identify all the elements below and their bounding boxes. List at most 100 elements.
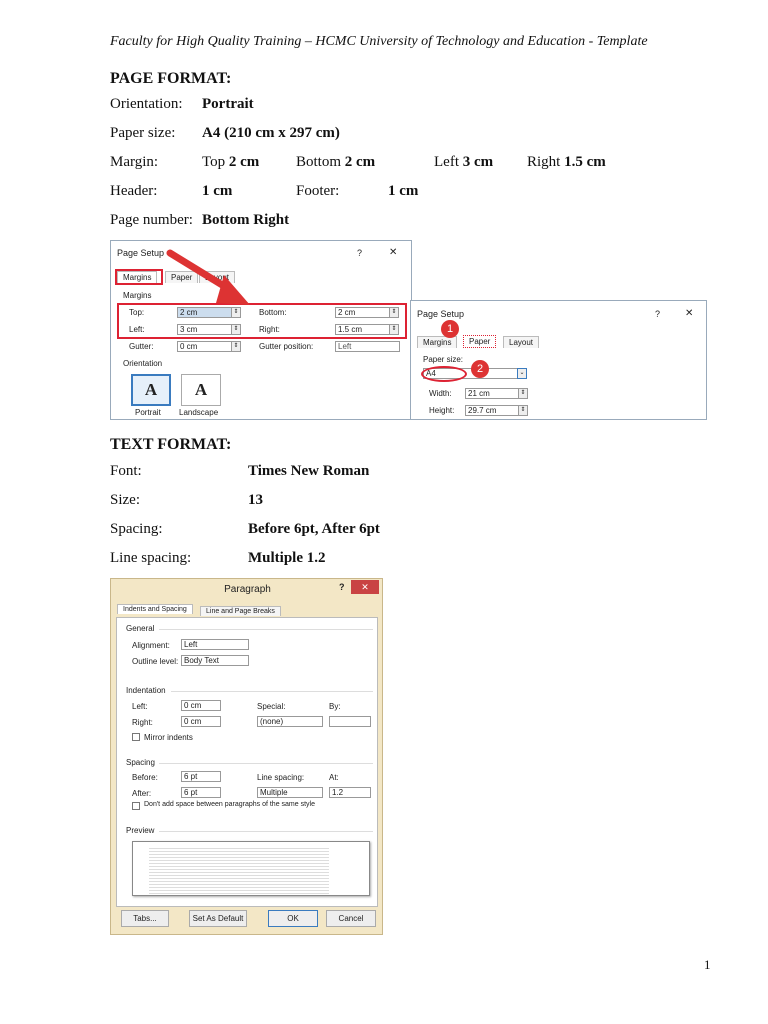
margin-bottom: Bottom 2 cm xyxy=(296,154,376,170)
tab-indents-spacing[interactable]: Indents and Spacing xyxy=(117,604,193,614)
footer-value: 1 cm xyxy=(388,183,419,199)
gutter-position-label: Gutter position: xyxy=(259,342,314,351)
page-number: 1 xyxy=(704,957,711,972)
indentation-group-label: Indentation xyxy=(126,686,166,695)
margin-left: Left 3 cm xyxy=(434,154,494,170)
page-setup-margins-dialog: Page Setup ? ✕ Margins Paper Layout Marg… xyxy=(110,240,412,420)
orientation-value: Portrait xyxy=(202,96,254,112)
after-input[interactable]: 6 pt xyxy=(181,787,221,798)
dont-add-space-label: Don't add space between paragraphs of th… xyxy=(144,801,315,808)
font-value: Times New Roman xyxy=(248,463,370,479)
dont-add-space-checkbox[interactable] xyxy=(132,802,140,810)
mirror-indents-checkbox[interactable] xyxy=(132,733,140,741)
before-label: Before: xyxy=(132,773,158,782)
landscape-label: Landscape xyxy=(179,408,219,417)
at-label: At: xyxy=(329,773,339,782)
landscape-icon[interactable]: A xyxy=(181,374,221,406)
portrait-label: Portrait xyxy=(135,408,161,417)
line-spacing-label: Line spacing: xyxy=(257,773,305,782)
special-label: Special: xyxy=(257,702,286,711)
red-arrow-icon xyxy=(166,249,250,305)
tab-line-page-breaks[interactable]: Line and Page Breaks xyxy=(200,606,281,616)
by-label: By: xyxy=(329,702,341,711)
gutter-spinner[interactable]: ⇕ xyxy=(231,341,241,352)
margin-top: Top 2 cm xyxy=(202,154,260,170)
by-input[interactable] xyxy=(329,716,371,727)
chevron-down-icon[interactable]: ⌄ xyxy=(517,368,527,379)
highlight-margins-tab xyxy=(115,269,163,285)
size-value: 13 xyxy=(248,492,263,508)
set-as-default-button[interactable]: Set As Default xyxy=(189,910,247,927)
highlight-a4 xyxy=(421,366,467,382)
general-group-label: General xyxy=(126,624,155,633)
page-number-label: Page number: xyxy=(110,212,193,228)
close-button[interactable]: ✕ xyxy=(389,247,397,258)
paragraph-dialog: Paragraph ? ✕ Indents and Spacing Line a… xyxy=(110,578,383,935)
special-select[interactable]: (none) xyxy=(257,716,323,727)
cancel-button[interactable]: Cancel xyxy=(326,910,376,927)
help-button[interactable]: ? xyxy=(655,309,660,319)
orientation-label: Orientation: xyxy=(110,96,183,112)
preview-group-label: Preview xyxy=(126,826,155,835)
indent-right-input[interactable]: 0 cm xyxy=(181,716,221,727)
font-label: Font: xyxy=(110,463,142,479)
preview-box xyxy=(132,841,370,896)
height-spinner[interactable]: ⇕ xyxy=(518,405,528,416)
width-input[interactable]: 21 cm xyxy=(465,388,519,399)
indent-left-label: Left: xyxy=(132,702,148,711)
outline-level-label: Outline level: xyxy=(132,657,179,666)
height-input[interactable]: 29.7 cm xyxy=(465,405,519,416)
before-input[interactable]: 6 pt xyxy=(181,771,221,782)
line-spacing-label: Line spacing: xyxy=(110,550,192,566)
close-button[interactable]: ✕ xyxy=(351,580,379,594)
spacing-value: Before 6pt, After 6pt xyxy=(248,521,380,537)
page-setup-paper-dialog: Page Setup ? ✕ Margins Paper Layout 1 Pa… xyxy=(410,300,707,420)
at-input[interactable]: 1.2 xyxy=(329,787,371,798)
ok-button[interactable]: OK xyxy=(268,910,318,927)
width-label: Width: xyxy=(429,389,452,398)
line-spacing-select[interactable]: Multiple xyxy=(257,787,323,798)
gutter-input[interactable]: 0 cm xyxy=(177,341,232,352)
height-label: Height: xyxy=(429,406,455,415)
page-number-value: Bottom Right xyxy=(202,212,290,228)
orientation-group-label: Orientation xyxy=(123,359,163,368)
paper-size-value: A4 (210 cm x 297 cm) xyxy=(202,125,340,141)
alignment-label: Alignment: xyxy=(132,641,170,650)
indent-right-label: Right: xyxy=(132,718,153,727)
portrait-icon[interactable]: A xyxy=(131,374,171,406)
gutter-position-select[interactable]: Left xyxy=(335,341,400,352)
outline-level-select[interactable]: Body Text xyxy=(181,655,249,666)
line-spacing-value: Multiple 1.2 xyxy=(248,550,326,566)
tabs-button[interactable]: Tabs... xyxy=(121,910,169,927)
indent-left-input[interactable]: 0 cm xyxy=(181,700,221,711)
dialog-title: Page Setup xyxy=(417,309,465,319)
alignment-select[interactable]: Left xyxy=(181,639,249,650)
dialog-title: Page Setup xyxy=(117,248,165,258)
close-button[interactable]: ✕ xyxy=(685,308,693,319)
tab-paper[interactable]: Paper xyxy=(463,335,497,348)
spacing-group-label: Spacing xyxy=(126,758,155,767)
spacing-label: Spacing: xyxy=(110,521,163,537)
width-spinner[interactable]: ⇕ xyxy=(518,388,528,399)
highlight-margins xyxy=(117,303,407,339)
after-label: After: xyxy=(132,789,152,798)
help-button[interactable]: ? xyxy=(357,248,362,258)
footer-label: Footer: xyxy=(296,183,340,199)
mirror-indents-label: Mirror indents xyxy=(144,733,193,742)
paper-size-label: Paper size: xyxy=(110,125,176,141)
step-2-badge: 2 xyxy=(471,360,489,378)
size-label: Size: xyxy=(110,492,140,508)
page-format-heading: PAGE FORMAT: xyxy=(110,70,232,87)
tab-layout[interactable]: Layout xyxy=(503,336,540,348)
header-value: 1 cm xyxy=(202,183,233,199)
help-button[interactable]: ? xyxy=(339,582,345,592)
page-header: Faculty for High Quality Training – HCMC… xyxy=(110,34,648,49)
header-label: Header: xyxy=(110,183,158,199)
margins-group-label: Margins xyxy=(123,291,152,300)
gutter-label: Gutter: xyxy=(129,342,154,351)
step-1-badge: 1 xyxy=(441,320,459,338)
margin-right: Right 1.5 cm xyxy=(527,154,606,170)
margin-label: Margin: xyxy=(110,154,159,170)
paper-size-label: Paper size: xyxy=(423,355,464,364)
text-format-heading: TEXT FORMAT: xyxy=(110,436,232,453)
